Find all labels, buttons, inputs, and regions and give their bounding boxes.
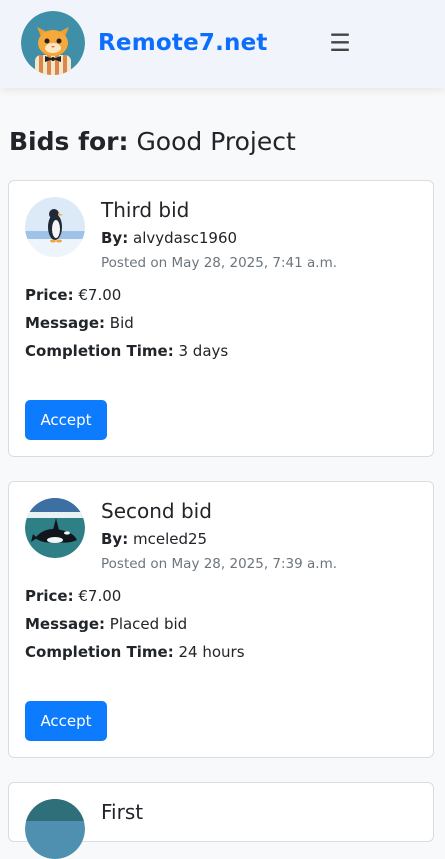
bid-title: Second bid: [101, 499, 212, 523]
message-label: Message:: [25, 615, 105, 633]
by-label: By:: [101, 530, 129, 548]
message-label: Message:: [25, 314, 105, 332]
cat-logo-icon[interactable]: [21, 11, 85, 75]
price-value: €7.00: [78, 286, 122, 304]
navbar: Remote7.net ☰: [0, 0, 445, 88]
bid-price: Price: €7.00: [25, 285, 121, 305]
brand-name[interactable]: Remote7.net: [98, 28, 268, 58]
project-name: Good Project: [136, 127, 296, 156]
page-title: Bids for: Good Project: [9, 126, 296, 158]
bid-completion-time: Completion Time: 24 hours: [25, 642, 245, 662]
bid-message: Message: Bid: [25, 313, 134, 333]
by-label: By:: [101, 229, 129, 247]
bid-author: By: mceled25: [101, 529, 207, 549]
orca-avatar-icon: [25, 498, 85, 558]
completion-value: 3 days: [178, 342, 229, 360]
page-title-label: Bids for:: [9, 127, 129, 156]
completion-value: 24 hours: [178, 643, 245, 661]
landscape-avatar-icon: [25, 799, 85, 859]
bid-title: First: [101, 800, 144, 824]
hamburger-menu-icon[interactable]: ☰: [327, 28, 353, 58]
price-value: €7.00: [78, 587, 122, 605]
bid-posted-date: Posted on May 28, 2025, 7:41 a.m.: [101, 255, 338, 271]
bid-completion-time: Completion Time: 3 days: [25, 341, 228, 361]
accept-button[interactable]: Accept: [25, 701, 107, 741]
completion-label: Completion Time:: [25, 643, 174, 661]
accept-button[interactable]: Accept: [25, 400, 107, 440]
completion-label: Completion Time:: [25, 342, 174, 360]
price-label: Price:: [25, 286, 74, 304]
penguin-avatar-icon: [25, 197, 85, 257]
message-value: Bid: [109, 314, 134, 332]
price-label: Price:: [25, 587, 74, 605]
bid-username: mceled25: [133, 530, 208, 548]
message-value: Placed bid: [109, 615, 188, 633]
bid-author: By: alvydasc1960: [101, 228, 237, 248]
bid-posted-date: Posted on May 28, 2025, 7:39 a.m.: [101, 556, 338, 572]
bid-card: Second bid By: mceled25 Posted on May 28…: [8, 481, 434, 758]
bid-price: Price: €7.00: [25, 586, 121, 606]
bid-card: Third bid By: alvydasc1960 Posted on May…: [8, 180, 434, 457]
bid-message: Message: Placed bid: [25, 614, 187, 634]
bid-title: Third bid: [101, 198, 190, 222]
bid-username: alvydasc1960: [133, 229, 238, 247]
bid-card: First: [8, 782, 434, 859]
